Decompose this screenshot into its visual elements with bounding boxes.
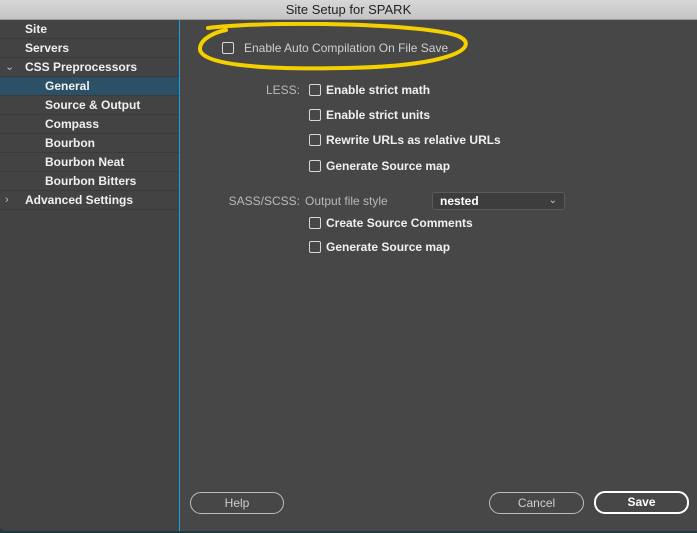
less-option-source-map[interactable]: Generate Source map <box>309 159 450 173</box>
source-comments-label: Create Source Comments <box>326 216 473 230</box>
less-option-strict-math[interactable]: Enable strict math <box>309 83 430 97</box>
rewrite-urls-checkbox[interactable] <box>309 134 321 146</box>
sidebar-item-advanced-settings[interactable]: › Advanced Settings <box>0 191 179 210</box>
window-title: Site Setup for SPARK <box>285 2 412 17</box>
strict-units-checkbox[interactable] <box>309 109 321 121</box>
sidebar: Site Servers ⌄ CSS Preprocessors General… <box>0 20 179 531</box>
auto-compile-checkbox[interactable] <box>222 42 234 54</box>
less-option-strict-units[interactable]: Enable strict units <box>309 108 430 122</box>
sidebar-item-bourbon-bitters[interactable]: Bourbon Bitters <box>0 172 179 191</box>
sidebar-item-label: CSS Preprocessors <box>25 60 138 74</box>
sidebar-item-bourbon-neat[interactable]: Bourbon Neat <box>0 153 179 172</box>
strict-units-label: Enable strict units <box>326 108 431 122</box>
less-option-rewrite-urls[interactable]: Rewrite URLs as relative URLs <box>309 133 501 147</box>
sidebar-item-label: Site <box>25 22 48 36</box>
sidebar-item-compass[interactable]: Compass <box>0 115 179 134</box>
output-style-select[interactable]: nested ⌄ <box>432 192 565 210</box>
sidebar-item-label: Source & Output <box>45 98 141 112</box>
source-comments-checkbox[interactable] <box>309 217 321 229</box>
window-titlebar: Site Setup for SPARK <box>0 0 697 20</box>
sass-option-source-comments[interactable]: Create Source Comments <box>309 216 473 230</box>
chevron-down-icon: ⌄ <box>548 195 557 206</box>
output-style-label: Output file style <box>305 194 388 208</box>
sidebar-item-general[interactable]: General <box>0 77 179 96</box>
strict-math-label: Enable strict math <box>326 83 431 97</box>
auto-compile-label: Enable Auto Compilation On File Save <box>244 41 449 55</box>
less-section-label: LESS: <box>265 83 300 97</box>
chevron-down-icon[interactable]: ⌄ <box>5 58 17 76</box>
sidebar-item-label: Bourbon <box>45 136 95 150</box>
settings-panel <box>180 20 697 531</box>
auto-compile-option[interactable]: Enable Auto Compilation On File Save <box>222 41 448 55</box>
sidebar-item-site[interactable]: Site <box>0 20 179 39</box>
sass-source-map-checkbox[interactable] <box>309 241 321 253</box>
sidebar-item-css-preprocessors[interactable]: ⌄ CSS Preprocessors <box>0 58 179 77</box>
sass-section-label: SASS/SCSS: <box>228 194 300 208</box>
chevron-right-icon[interactable]: › <box>5 191 17 209</box>
strict-math-checkbox[interactable] <box>309 84 321 96</box>
sidebar-item-label: General <box>45 79 90 93</box>
sass-source-map-label: Generate Source map <box>326 240 451 254</box>
less-source-map-checkbox[interactable] <box>309 160 321 172</box>
sidebar-item-label: Compass <box>45 117 100 131</box>
save-button[interactable]: Save <box>594 491 689 514</box>
sidebar-item-servers[interactable]: Servers <box>0 39 179 58</box>
sidebar-item-bourbon[interactable]: Bourbon <box>0 134 179 153</box>
output-style-value: nested <box>440 194 479 208</box>
sass-option-source-map[interactable]: Generate Source map <box>309 240 450 254</box>
help-button[interactable]: Help <box>190 492 284 514</box>
sidebar-item-label: Servers <box>25 41 70 55</box>
cancel-button[interactable]: Cancel <box>489 492 584 514</box>
sidebar-item-label: Bourbon Neat <box>45 155 125 169</box>
sidebar-item-source-output[interactable]: Source & Output <box>0 96 179 115</box>
rewrite-urls-label: Rewrite URLs as relative URLs <box>326 133 501 147</box>
less-source-map-label: Generate Source map <box>326 159 451 173</box>
sidebar-item-label: Bourbon Bitters <box>45 174 137 188</box>
sidebar-item-label: Advanced Settings <box>25 193 134 207</box>
